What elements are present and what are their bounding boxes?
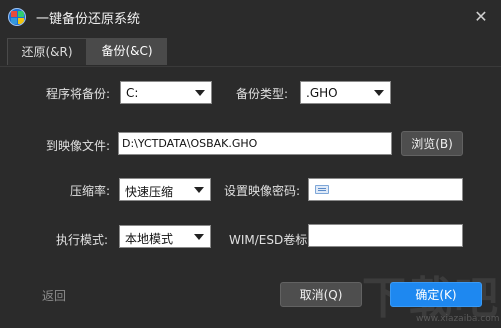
tab-bar: 还原(&R) 备份(&C) [0,38,501,67]
image-file-input[interactable]: D:\YCTDATA\OSBAK.GHO [118,132,392,155]
title-bar: 一键备份还原系统 ✕ [0,0,501,36]
image-file-label: 到映像文件: [46,139,111,153]
mode-value: 本地模式 [125,232,174,246]
tab-backup[interactable]: 备份(&C) [87,38,167,65]
back-link[interactable]: 返回 [42,287,66,304]
program-backup-label: 程序将备份: [46,87,111,101]
chevron-down-icon [194,187,204,193]
wim-label: WIM/ESD卷标: [229,233,312,247]
program-backup-select[interactable]: C: [120,81,212,104]
chevron-down-icon [195,90,205,96]
compression-select[interactable]: 快速压缩 [119,178,211,201]
mode-select[interactable]: 本地模式 [119,225,211,248]
windows-logo-icon [8,8,26,26]
program-backup-value: C: [126,86,139,100]
image-file-value: D:\YCTDATA\OSBAK.GHO [122,137,258,150]
chevron-down-icon [374,90,384,96]
ok-button[interactable]: 确定(K) [390,282,482,307]
close-icon[interactable]: ✕ [471,7,491,27]
compression-label: 压缩率: [70,184,111,198]
compression-value: 快速压缩 [125,185,174,199]
watermark-url: www.xiazaiba.com [416,314,500,324]
cancel-button[interactable]: 取消(Q) [280,282,362,307]
window-title: 一键备份还原系统 [36,12,141,27]
keyboard-icon [315,185,329,194]
mode-label: 执行模式: [56,233,109,247]
backup-type-select[interactable]: .GHO [300,81,391,104]
chevron-down-icon [194,234,204,240]
backup-type-label: 备份类型: [236,87,289,101]
wim-input[interactable] [308,224,463,247]
tab-restore[interactable]: 还原(&R) [7,38,87,65]
password-input[interactable] [308,178,463,201]
backup-type-value: .GHO [306,86,338,100]
browse-button[interactable]: 浏览(B) [401,131,463,156]
set-password-label: 设置映像密码: [224,184,301,198]
